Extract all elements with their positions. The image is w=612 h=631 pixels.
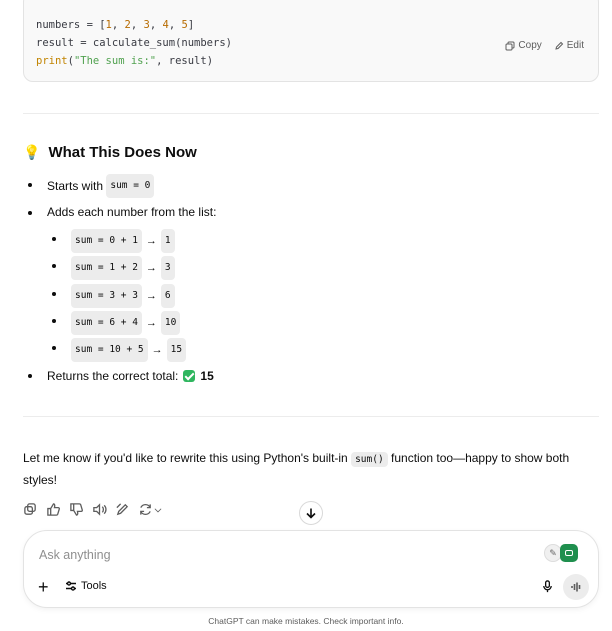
lightbulb-icon: 💡 <box>23 144 41 160</box>
code-content: numbers = [1, 2, 3, 4, 5] result = calcu… <box>36 19 232 67</box>
closing-message: Let me know if you'd like to rewrite thi… <box>23 448 593 491</box>
section-title: What This Does Now <box>48 144 197 161</box>
tools-label: Tools <box>81 580 107 592</box>
microphone-button[interactable] <box>541 580 554 598</box>
add-attachment-button[interactable]: + <box>38 578 49 596</box>
bot-icon[interactable] <box>560 544 578 562</box>
copy-icon[interactable] <box>23 502 38 517</box>
sub-list-item: sum = 3 + 3 → 6 <box>71 284 175 308</box>
edit-code-button[interactable]: Edit <box>554 40 584 51</box>
copy-code-button[interactable]: Copy <box>505 40 542 51</box>
voice-mode-button[interactable] <box>563 574 589 600</box>
list-item: Adds each number from the list: <box>47 202 216 222</box>
step-expression: sum = 0 + 1 <box>71 229 142 253</box>
thumbs-up-icon[interactable] <box>46 502 61 517</box>
copy-label: Copy <box>518 40 542 51</box>
list-item-text: Starts with <box>47 179 104 193</box>
arrow-icon: → <box>151 344 163 356</box>
divider <box>23 113 599 114</box>
composer: Ask anything ✎ + Tools <box>23 530 599 608</box>
chevron-down-icon <box>154 507 162 512</box>
arrow-icon: → <box>145 262 157 274</box>
step-expression: sum = 1 + 2 <box>71 256 142 280</box>
list-item-text: Returns the correct total: <box>47 369 179 383</box>
sub-list-item: sum = 6 + 4 → 10 <box>71 311 181 335</box>
sub-list-item: sum = 1 + 2 → 3 <box>71 256 175 280</box>
list-item: Starts with sum = 0 <box>47 174 155 198</box>
inline-code: sum() <box>351 452 388 467</box>
extension-icons: ✎ <box>544 544 578 562</box>
pencil-icon <box>555 41 563 50</box>
message-actions <box>23 502 163 517</box>
read-aloud-icon[interactable] <box>92 502 107 517</box>
arrow-down-icon <box>306 508 316 519</box>
step-result: 6 <box>160 284 175 308</box>
step-expression: sum = 6 + 4 <box>71 311 142 335</box>
sliders-icon <box>66 581 76 591</box>
bullet-dot <box>52 237 56 241</box>
disclaimer: ChatGPT can make mistakes. Check importa… <box>208 616 404 626</box>
sub-list-item: sum = 10 + 5 → 15 <box>71 338 187 362</box>
step-result: 3 <box>160 256 175 280</box>
sub-list-item: sum = 0 + 1 → 1 <box>71 229 175 253</box>
edit-pencil-icon[interactable] <box>115 502 130 517</box>
arrow-icon: → <box>145 290 157 302</box>
bullet-dot <box>28 183 32 187</box>
regenerate-button[interactable] <box>138 502 163 517</box>
bullet-dot <box>52 292 56 296</box>
copy-icon <box>505 41 515 50</box>
inline-code: sum = 0 <box>106 174 155 198</box>
step-expression: sum = 10 + 5 <box>71 338 148 362</box>
bullet-dot <box>52 319 56 323</box>
bullet-dot <box>28 211 32 215</box>
step-expression: sum = 3 + 3 <box>71 284 142 308</box>
step-result: 1 <box>160 229 175 253</box>
arrow-icon: → <box>145 317 157 329</box>
message-text: Let me know if you'd like to rewrite thi… <box>23 451 348 465</box>
bullet-dot <box>28 374 32 378</box>
refresh-icon <box>140 504 151 515</box>
microphone-icon <box>543 580 552 593</box>
thumbs-down-icon[interactable] <box>69 502 84 517</box>
bullet-dot <box>52 264 56 268</box>
total-value: 15 <box>200 369 214 383</box>
waveform-icon <box>571 582 581 592</box>
arrow-icon: → <box>145 235 157 247</box>
step-result: 10 <box>160 311 181 335</box>
edit-label: Edit <box>566 40 584 51</box>
code-block: numbers = [1, 2, 3, 4, 5] result = calcu… <box>23 0 599 82</box>
divider <box>23 416 599 417</box>
step-result: 15 <box>166 338 187 362</box>
list-item-text: Adds each number from the list: <box>47 205 217 219</box>
check-mark-icon <box>183 370 196 382</box>
prompt-input[interactable]: Ask anything <box>39 548 111 562</box>
section-heading: 💡 What This Does Now <box>23 144 197 161</box>
list-item: Returns the correct total: 15 <box>47 366 214 386</box>
scroll-down-button[interactable] <box>299 501 323 525</box>
tools-button[interactable]: Tools <box>65 580 107 592</box>
bullet-dot <box>52 346 56 350</box>
